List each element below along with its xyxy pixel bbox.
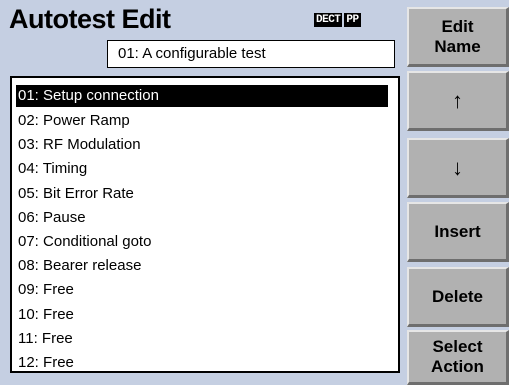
- step-list-item[interactable]: 05: Bit Error Rate: [12, 182, 398, 206]
- step-number: 10:: [18, 305, 39, 323]
- step-list-item[interactable]: 08: Bearer release: [12, 254, 398, 278]
- step-number: 07:: [18, 232, 39, 250]
- delete-button[interactable]: Delete: [407, 267, 509, 327]
- step-number: 03:: [18, 136, 39, 154]
- mode-badge-device: PP: [344, 13, 361, 27]
- step-label: Timing: [42, 160, 88, 178]
- page-title: Autotest Edit: [9, 4, 171, 34]
- step-label: Free: [41, 329, 73, 347]
- up-arrow-icon: ↑: [452, 87, 463, 113]
- mode-badge-standard: DECT: [314, 13, 343, 27]
- down-arrow-icon: ↓: [452, 154, 463, 180]
- step-list-item[interactable]: 09: Free: [12, 278, 398, 302]
- step-list-item[interactable]: 01: Setup connection: [16, 85, 388, 107]
- step-list-item[interactable]: 06: Pause: [12, 206, 398, 230]
- step-number: 04:: [18, 160, 39, 178]
- step-label: Setup connection: [43, 87, 159, 104]
- step-number: 05:: [18, 184, 39, 202]
- step-label: Free: [43, 281, 74, 299]
- edit-name-button[interactable]: Edit Name: [407, 7, 509, 67]
- select-action-button[interactable]: Select Action: [407, 330, 509, 385]
- test-name-field: 01: A configurable test: [107, 40, 395, 68]
- step-number: 11:: [18, 329, 38, 347]
- step-label: Conditional goto: [43, 232, 152, 250]
- step-label: Pause: [43, 208, 86, 226]
- step-list-item[interactable]: 03: RF Modulation: [12, 133, 398, 157]
- step-label: Bearer release: [43, 257, 142, 275]
- step-list-item[interactable]: 10: Free: [12, 303, 398, 327]
- step-number: 09:: [18, 281, 39, 299]
- step-list[interactable]: 01: Setup connection 02: Power Ramp 03: …: [10, 76, 400, 373]
- move-down-button[interactable]: ↓: [407, 138, 509, 198]
- step-list-item[interactable]: 07: Conditional goto: [12, 230, 398, 254]
- step-number: 02:: [18, 112, 39, 129]
- step-list-item[interactable]: 02: Power Ramp: [12, 109, 398, 133]
- softkey-panel: Edit Name ↑ ↓ Insert Delete Select Actio…: [407, 0, 509, 385]
- step-number: 06:: [18, 208, 39, 226]
- step-list-item[interactable]: 04: Timing: [12, 157, 398, 181]
- step-list-item[interactable]: 12: Free: [12, 351, 398, 375]
- step-label: Free: [43, 353, 74, 371]
- step-number: 08:: [18, 257, 39, 275]
- mode-badge: DECT PP: [314, 13, 361, 27]
- step-number: 12:: [18, 353, 39, 371]
- step-number: 01:: [18, 87, 39, 104]
- step-label: Bit Error Rate: [43, 184, 134, 202]
- move-up-button[interactable]: ↑: [407, 71, 509, 131]
- step-label: Free: [43, 305, 74, 323]
- insert-button[interactable]: Insert: [407, 202, 509, 262]
- step-label: RF Modulation: [43, 136, 141, 154]
- step-list-item[interactable]: 11: Free: [12, 327, 398, 351]
- main-screen: Autotest Edit DECT PP 01: A configurable…: [0, 0, 400, 385]
- step-label: Power Ramp: [43, 112, 130, 129]
